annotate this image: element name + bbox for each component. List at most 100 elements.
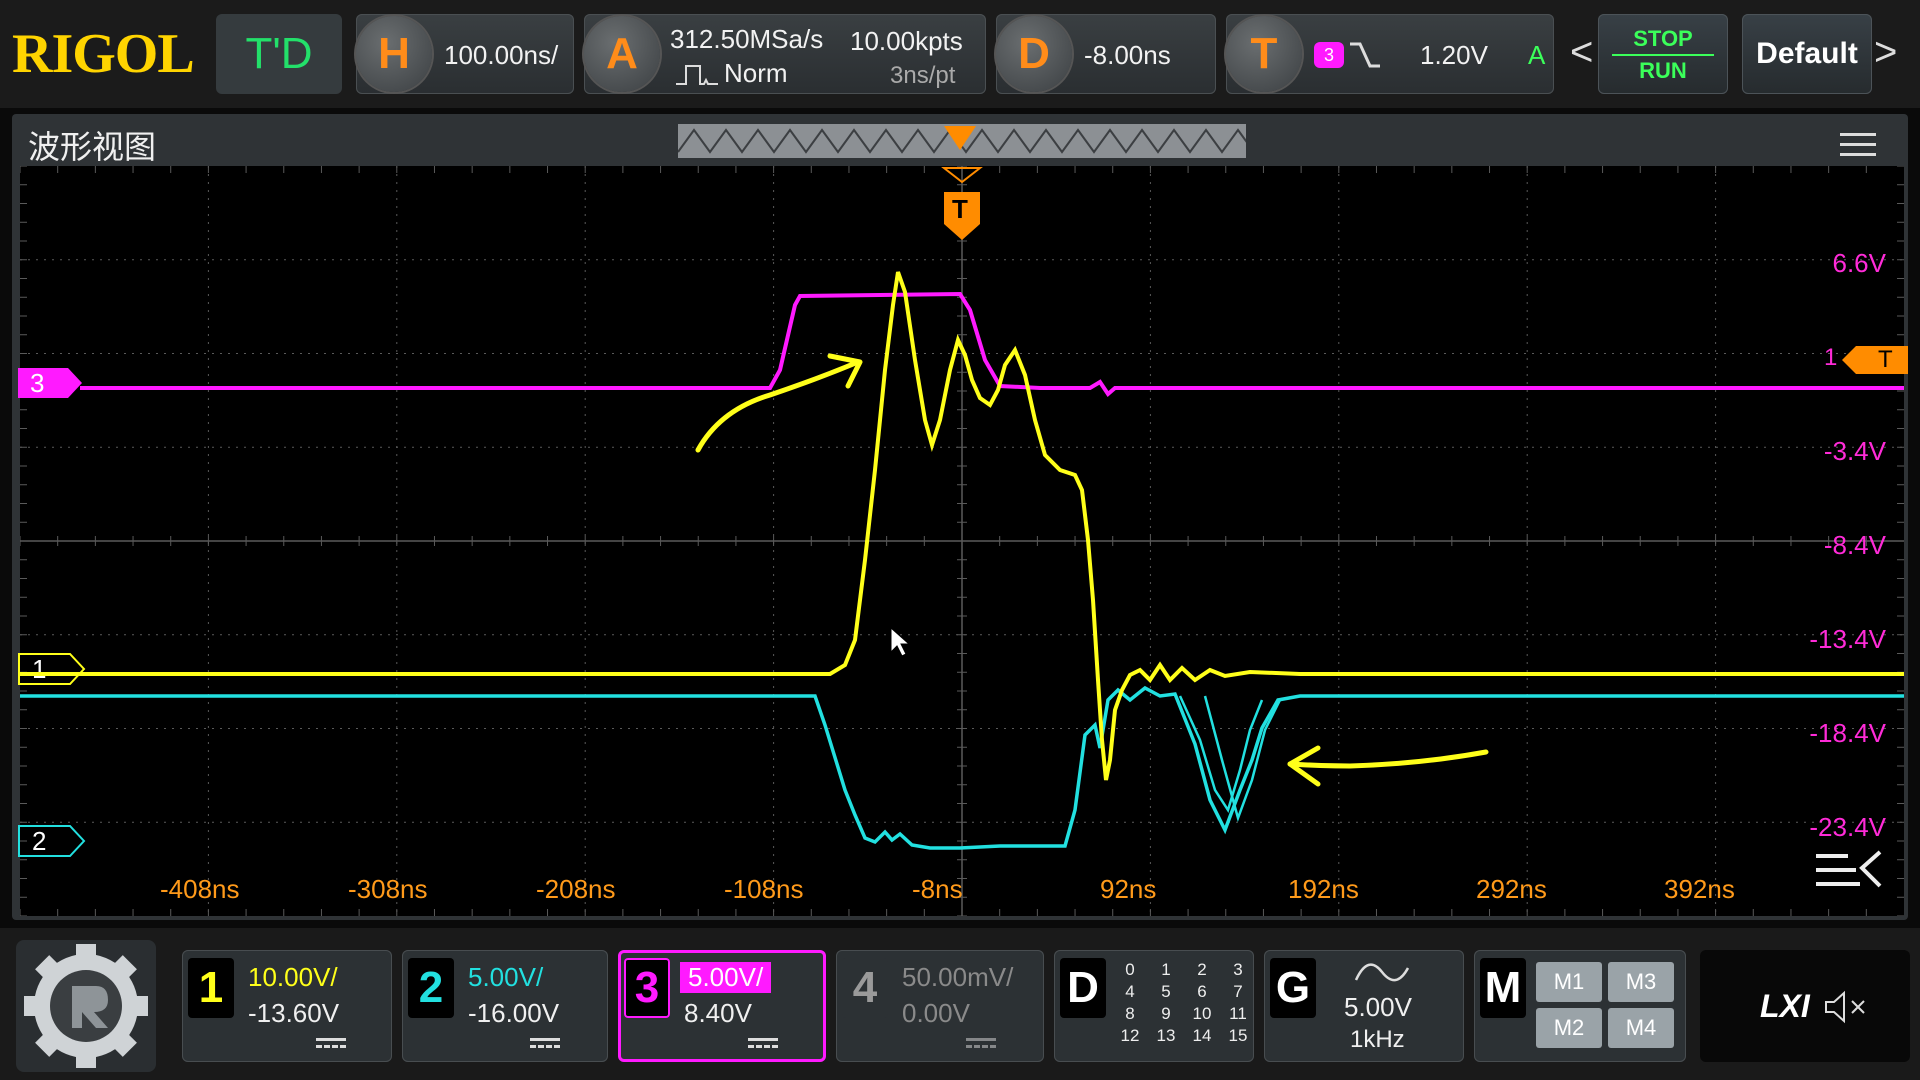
trigger-level-prefix: 1 — [1824, 344, 1838, 371]
ch4-scale: 50.00mV/ — [902, 962, 1014, 992]
graticule — [20, 166, 1904, 916]
digital-bits-grid: 0 1 2 3 4 5 6 7 8 9 10 11 12 13 14 15 — [1112, 960, 1256, 1046]
acquire-mode: Norm — [724, 58, 788, 88]
time-label: -8ns — [912, 874, 963, 904]
ch1-scale: 10.00V/ — [248, 962, 338, 992]
ch2-marker-label: 2 — [32, 826, 47, 856]
memory-overview-bar[interactable] — [678, 124, 1246, 158]
channel-4-box[interactable]: 4 50.00mV/ 0.00V — [836, 950, 1044, 1062]
volt-label: -23.4V — [1809, 812, 1886, 842]
ch1-number: 1 — [188, 958, 234, 1018]
digital-bit: 13 — [1156, 1026, 1176, 1045]
ch3-offset: 8.40V — [684, 998, 752, 1028]
digital-bit: 10 — [1192, 1004, 1212, 1023]
time-label: -408ns — [160, 874, 240, 904]
time-label: 92ns — [1100, 874, 1157, 904]
dc-coupling-icon — [966, 1038, 996, 1051]
menu-icon[interactable] — [1840, 130, 1876, 160]
waveform-grid[interactable] — [20, 166, 1904, 916]
math-m3-button[interactable]: M3 — [1608, 962, 1674, 1002]
digital-channels-box[interactable]: D 0 1 2 3 4 5 6 7 8 9 10 11 12 13 14 15 — [1054, 950, 1254, 1062]
digital-bit: 6 — [1197, 982, 1207, 1001]
volt-label: -8.4V — [1823, 530, 1886, 560]
time-label: 292ns — [1476, 874, 1547, 904]
td-mode-button[interactable]: T'D — [216, 14, 342, 94]
volt-label: 6.6V — [1832, 248, 1887, 278]
trigger-t-icon[interactable]: T — [1226, 16, 1302, 92]
stop-run-button[interactable]: STOP RUN — [1598, 14, 1728, 94]
digital-bit: 9 — [1161, 1004, 1171, 1023]
trigger-mode: A — [1528, 40, 1546, 70]
lxi-status-box[interactable]: LXI — [1700, 950, 1910, 1062]
math-m4-button[interactable]: M4 — [1608, 1008, 1674, 1048]
trigger-source-badge: 3 — [1314, 42, 1344, 68]
math-m2-button[interactable]: M2 — [1536, 1008, 1602, 1048]
expand-list-icon[interactable] — [1816, 848, 1884, 892]
time-label: 392ns — [1664, 874, 1735, 904]
digital-bit: 0 — [1125, 960, 1135, 979]
math-m1-button[interactable]: M1 — [1536, 962, 1602, 1002]
ch3-offset-marker[interactable] — [18, 366, 82, 400]
time-label: -108ns — [724, 874, 804, 904]
trigger-level: 1.20V — [1420, 40, 1488, 70]
digital-bit: 4 — [1125, 982, 1135, 1001]
digital-bit: 5 — [1161, 982, 1171, 1001]
ch2-number: 2 — [408, 958, 454, 1018]
channel-1-box[interactable]: 1 10.00V/ -13.60V — [182, 950, 392, 1062]
digital-bit: 8 — [1125, 1004, 1135, 1023]
generator-frequency: 1kHz — [1350, 1026, 1405, 1053]
dc-coupling-icon — [316, 1038, 346, 1051]
dc-coupling-icon — [748, 1038, 778, 1051]
digital-bit: 14 — [1192, 1026, 1212, 1045]
time-label: -308ns — [348, 874, 428, 904]
ch2-scale: 5.00V/ — [468, 962, 544, 992]
trigger-level-marker-label: T — [1878, 346, 1893, 373]
speaker-muted-icon[interactable] — [1824, 990, 1870, 1024]
sample-rate: 312.50MSa/s — [670, 24, 824, 54]
volt-label: -18.4V — [1809, 718, 1886, 748]
default-button[interactable]: Default — [1742, 14, 1872, 94]
delay-value: -8.00ns — [1084, 40, 1171, 70]
digital-bit: 11 — [1229, 1004, 1247, 1023]
generator-label: G — [1270, 958, 1316, 1018]
ch4-offset: 0.00V — [902, 998, 970, 1028]
acquire-mode-icon — [676, 65, 718, 85]
digital-bit: 15 — [1228, 1026, 1248, 1045]
ch3-marker-label: 3 — [30, 368, 45, 398]
ch1-offset: -13.60V — [248, 998, 340, 1028]
sine-wave-icon — [1354, 963, 1410, 982]
math-box[interactable]: M M1 M3 M2 M4 — [1474, 950, 1686, 1062]
digital-bit: 12 — [1120, 1026, 1140, 1045]
acquire-a-icon[interactable]: A — [584, 16, 660, 92]
chevron-right-icon[interactable]: > — [1874, 30, 1897, 75]
chevron-left-icon[interactable]: < — [1570, 30, 1593, 75]
rigol-gear-icon[interactable] — [16, 940, 156, 1072]
horizontal-h-icon[interactable]: H — [356, 16, 432, 92]
time-label: 192ns — [1288, 874, 1359, 904]
waveform-view-title: 波形视图 — [28, 129, 157, 165]
channel-3-box[interactable]: 3 5.00V/ 8.40V — [618, 950, 826, 1062]
stop-label: STOP — [1633, 26, 1693, 51]
generator-amplitude: 5.00V — [1344, 992, 1412, 1022]
ch4-number: 4 — [842, 958, 888, 1018]
volt-label: -13.4V — [1809, 624, 1886, 654]
volt-label: -3.4V — [1823, 436, 1886, 466]
rigol-logo: RIGOL — [12, 23, 195, 85]
ch2-offset-marker[interactable] — [18, 824, 86, 858]
digital-bit: 2 — [1197, 960, 1207, 979]
time-label: -208ns — [536, 874, 616, 904]
generator-box[interactable]: G 5.00V 1kHz — [1264, 950, 1464, 1062]
delay-d-icon[interactable]: D — [996, 16, 1072, 92]
trigger-level-marker[interactable] — [1842, 344, 1908, 376]
digital-label: D — [1060, 958, 1106, 1018]
ch1-marker-label: 1 — [32, 654, 47, 684]
timebase-value: 100.00ns/ — [444, 40, 559, 70]
ch1-offset-marker[interactable] — [18, 652, 86, 686]
math-label: M — [1480, 958, 1526, 1018]
memory-depth: 10.00kpts — [850, 26, 963, 56]
ch2-offset: -16.00V — [468, 998, 560, 1028]
digital-bit: 3 — [1233, 960, 1243, 979]
dc-coupling-icon — [530, 1038, 560, 1051]
channel-2-box[interactable]: 2 5.00V/ -16.00V — [402, 950, 608, 1062]
ch3-number: 3 — [624, 958, 670, 1018]
